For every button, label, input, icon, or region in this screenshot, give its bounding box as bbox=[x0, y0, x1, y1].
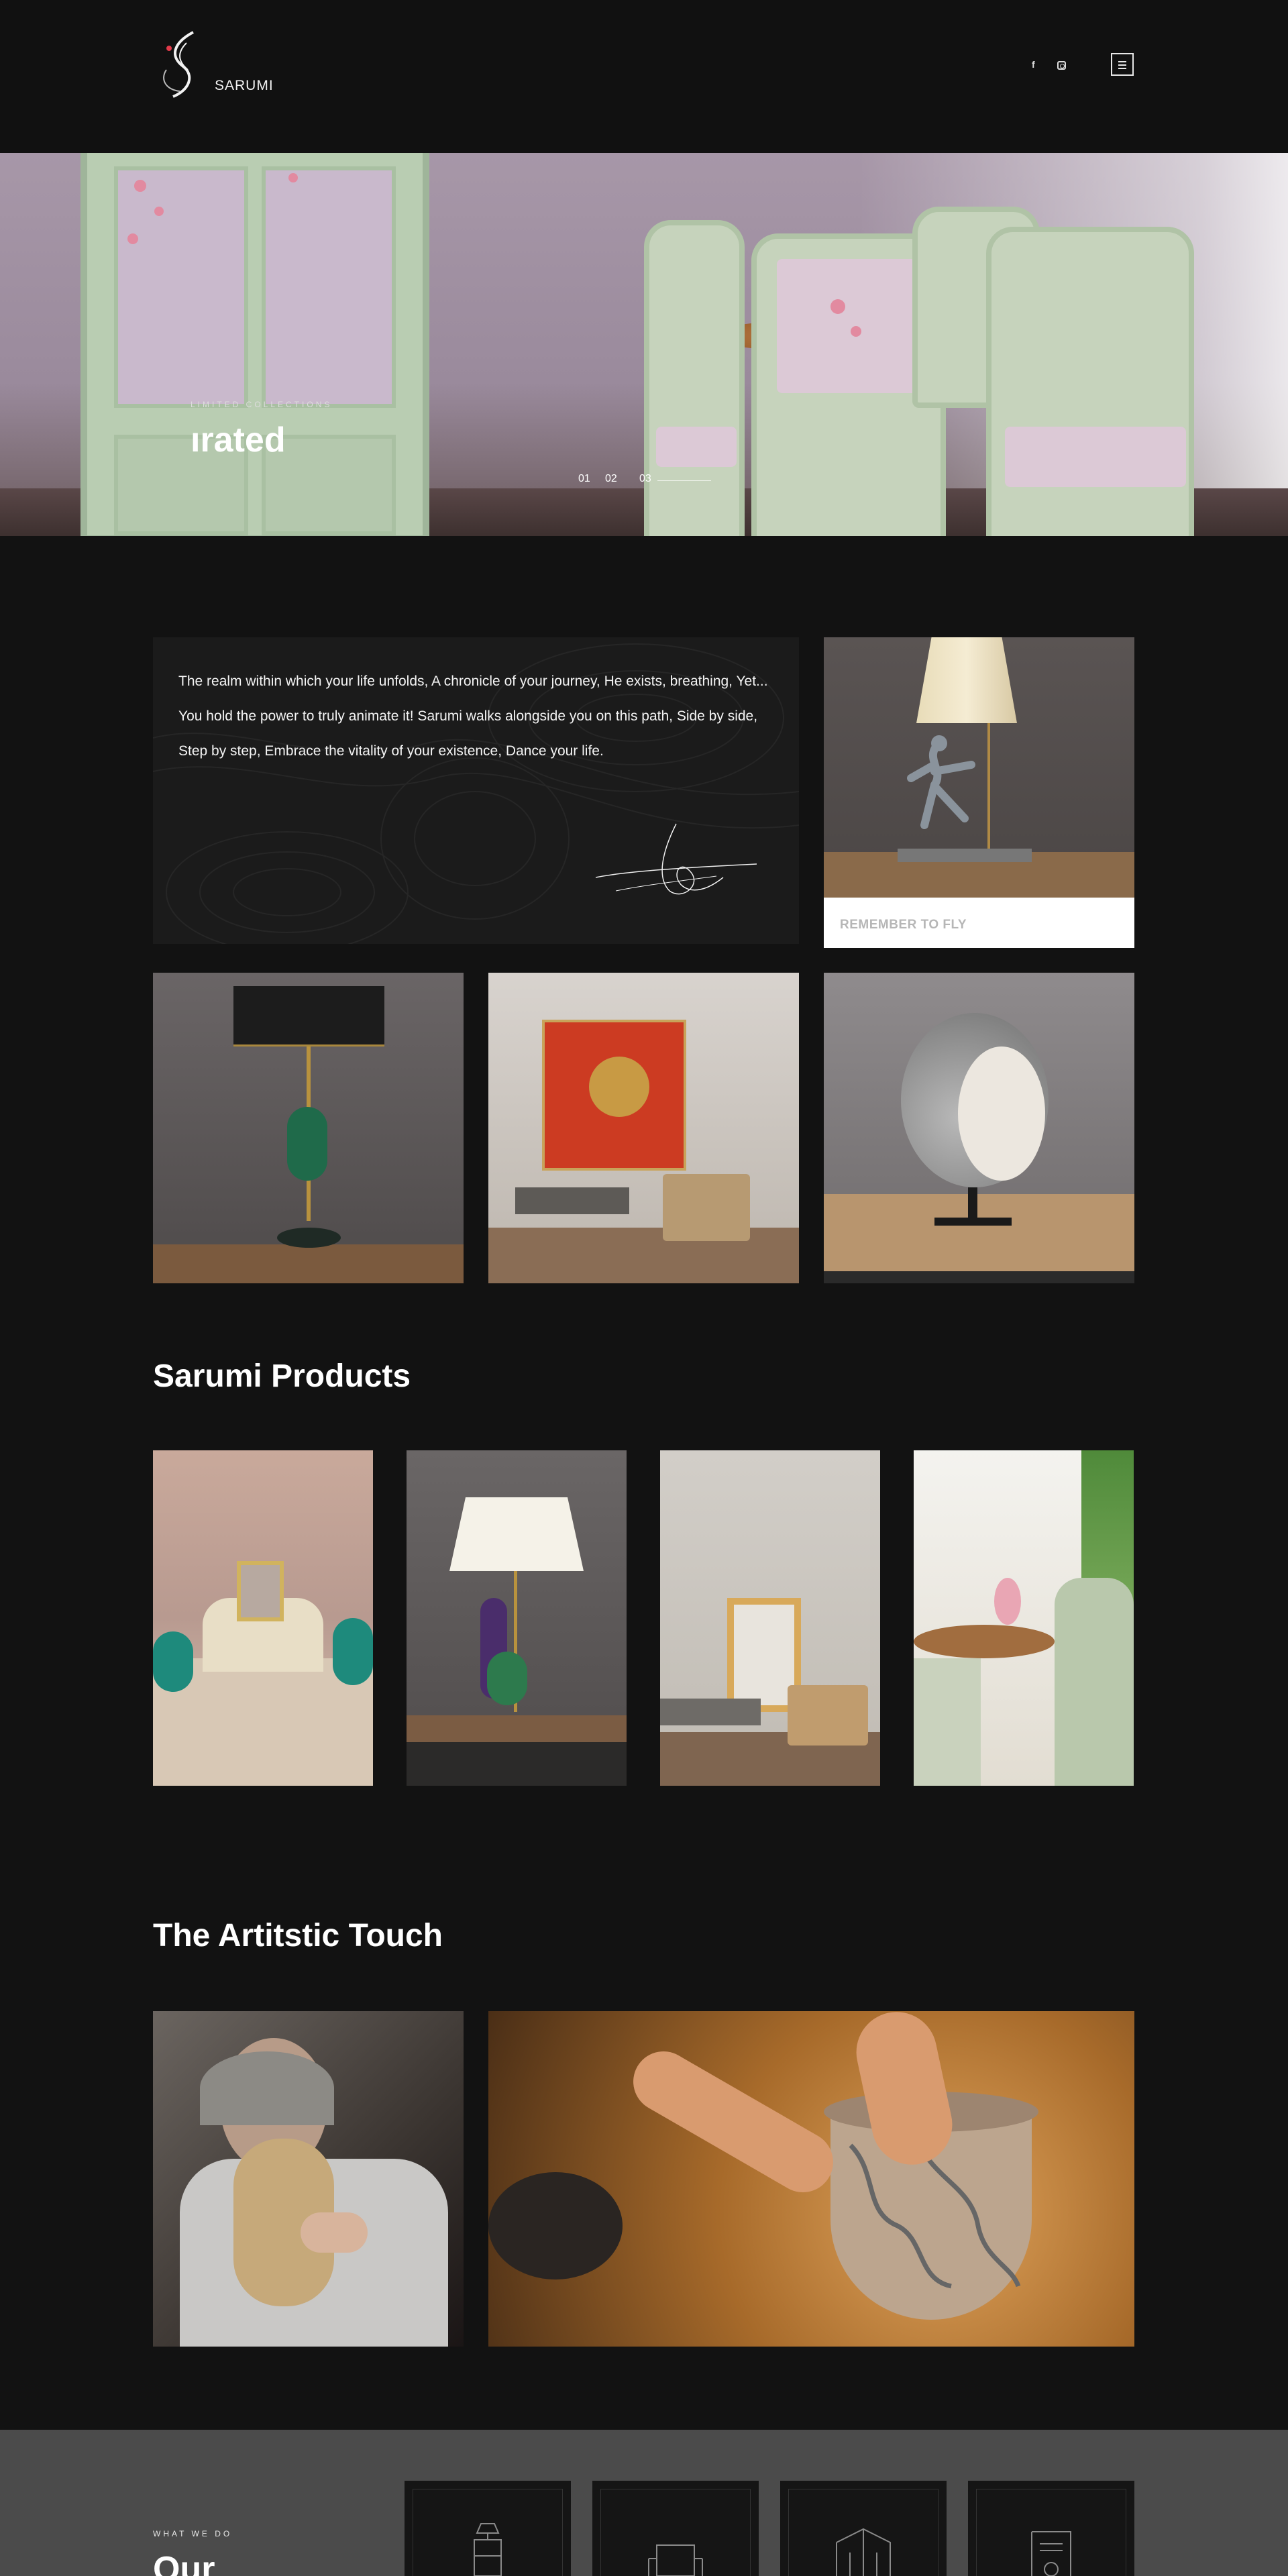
services-title: Our bbox=[153, 2550, 215, 2576]
slide-dot-1[interactable]: 01 bbox=[578, 473, 590, 485]
drawer-lamp-icon bbox=[474, 2523, 502, 2576]
product-tile-dining-set[interactable] bbox=[914, 1450, 1134, 1786]
figure-lamp-image bbox=[824, 637, 1134, 898]
services-label: WHAT WE DO bbox=[153, 2529, 233, 2538]
site-header: SARUMI f bbox=[0, 0, 1288, 153]
sculpture-tile[interactable] bbox=[824, 973, 1134, 1283]
instagram-icon[interactable] bbox=[1057, 61, 1066, 70]
chair-image bbox=[986, 227, 1194, 536]
painted-cabinet-image bbox=[80, 153, 429, 536]
signature-image bbox=[595, 823, 757, 895]
artist-sculpting-image bbox=[153, 2011, 464, 2347]
sarumi-swirl-icon bbox=[163, 31, 194, 98]
slide-dot-2[interactable]: 02 bbox=[605, 473, 617, 485]
armchair-icon bbox=[648, 2544, 703, 2576]
pottery-hands-image bbox=[488, 2011, 1134, 2347]
hero-title: ırated bbox=[191, 421, 286, 460]
product-card-remember-to-fly[interactable]: REMEMBER TO FLY bbox=[824, 637, 1134, 948]
slide-progress-line bbox=[657, 480, 711, 481]
service-card-design[interactable] bbox=[968, 2481, 1134, 2576]
hamburger-menu-button[interactable] bbox=[1111, 53, 1134, 76]
parrot-lamp-tile[interactable] bbox=[153, 973, 464, 1283]
service-card-furniture[interactable] bbox=[405, 2481, 571, 2576]
building-icon bbox=[836, 2528, 891, 2576]
intro-quote-panel: The realm within which your life unfolds… bbox=[153, 637, 799, 944]
slide-dot-3[interactable]: 03 bbox=[639, 473, 651, 485]
sun-painting-tile[interactable] bbox=[488, 973, 799, 1283]
facebook-icon[interactable]: f bbox=[1032, 59, 1035, 70]
hero-caption: LIMITED COLLECTIONS bbox=[191, 400, 333, 409]
document-icon bbox=[1031, 2531, 1071, 2576]
service-card-architecture[interactable] bbox=[780, 2481, 947, 2576]
product-tile-sideboard[interactable] bbox=[153, 1450, 373, 1786]
chair-image bbox=[644, 220, 745, 536]
product-tile-mirror[interactable] bbox=[660, 1450, 880, 1786]
product-caption: REMEMBER TO FLY bbox=[840, 918, 967, 932]
brand-logo[interactable]: SARUMI bbox=[153, 30, 287, 103]
product-tile-peacock-lamp[interactable] bbox=[407, 1450, 627, 1786]
brand-name: SARUMI bbox=[215, 78, 274, 93]
intro-quote-text: The realm within which your life unfolds… bbox=[178, 674, 768, 759]
service-card-seating[interactable] bbox=[592, 2481, 759, 2576]
products-heading: Sarumi Products bbox=[153, 1358, 411, 1394]
artistic-heading: The Artitstic Touch bbox=[153, 1918, 443, 1953]
services-section: WHAT WE DO Our bbox=[0, 2430, 1288, 2576]
